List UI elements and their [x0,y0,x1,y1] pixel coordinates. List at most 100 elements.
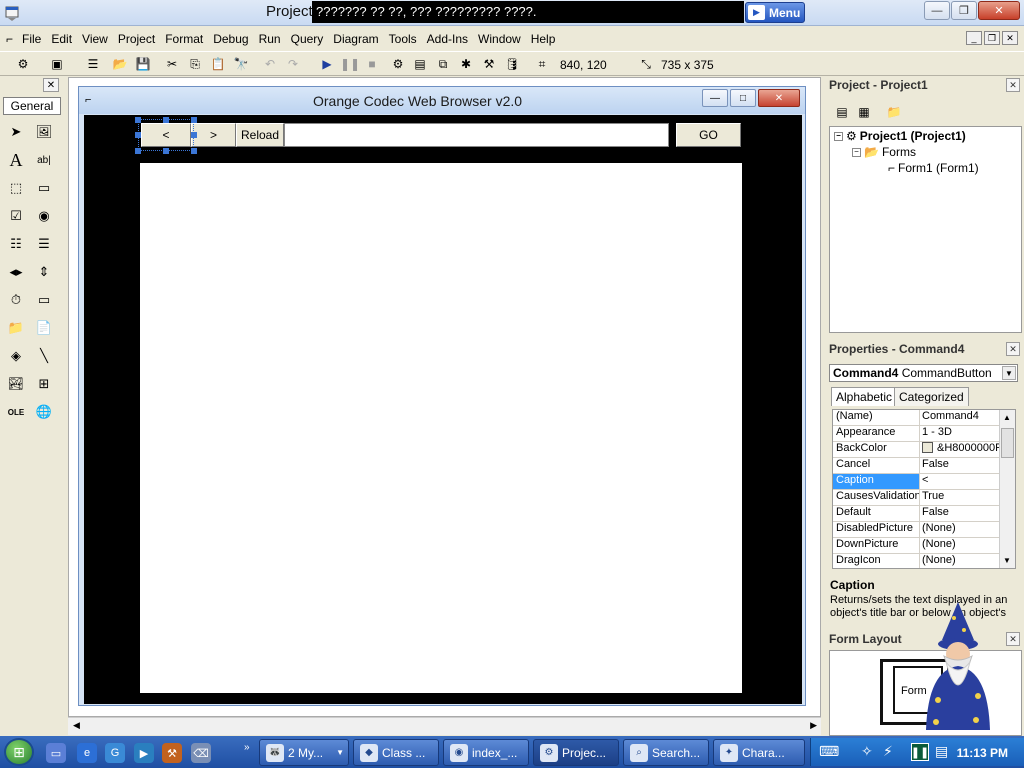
task-button-3[interactable]: ◉ index_... [443,739,529,766]
image-tool-icon[interactable]: 🏞 [5,373,27,395]
frame-tool-icon[interactable]: ⬚ [5,177,27,199]
toolbox-app-icon[interactable]: ⚒ [162,743,182,763]
form-close-button[interactable]: ✕ [758,89,800,107]
url-textbox[interactable] [284,123,669,147]
property-row[interactable]: CausesValidation True [833,490,1001,506]
line-tool-icon[interactable]: ╲ [33,345,55,367]
tree-item-form1[interactable]: ⌐ Form1 (Form1) [888,161,979,175]
tab-alphabetic[interactable]: Alphabetic [831,387,898,406]
form-layout-close-button[interactable]: ✕ [1006,632,1020,646]
copy-icon[interactable]: ⎘ [186,55,204,73]
tree-item-forms[interactable]: − 📂 Forms [852,145,916,159]
resize-handle[interactable] [163,148,169,154]
scroll-up-arrow-icon[interactable]: ▲ [1003,413,1011,422]
tab-categorized[interactable]: Categorized [894,387,969,406]
pointer-tool-icon[interactable]: ➤ [5,121,27,143]
toolbox-close-button[interactable]: ✕ [43,78,59,92]
resize-handle[interactable] [163,117,169,123]
undo-icon[interactable]: ↶ [261,55,279,73]
property-row[interactable]: Appearance 1 - 3D [833,426,1001,442]
messenger-icon[interactable]: G [105,743,125,763]
menu-editor-icon[interactable]: ☰ [84,55,102,73]
clock[interactable]: 11:13 PM [957,746,1008,760]
minimize-button[interactable]: — [924,1,950,20]
chevron-down-icon[interactable]: ▼ [1002,366,1016,380]
menu-project[interactable]: Project [113,32,160,46]
task-button-5[interactable]: ⌕ Search... [623,739,709,766]
start-icon[interactable]: ▶ [318,55,336,73]
dirlistbox-tool-icon[interactable]: 📁 [5,317,27,339]
commandbutton-tool-icon[interactable]: ▭ [33,177,55,199]
restore-button[interactable]: ❐ [951,1,977,20]
task-button-4[interactable]: ⚙ Projec... [533,739,619,766]
resize-handle[interactable] [191,132,197,138]
show-desktop-icon[interactable]: ▭ [46,743,66,763]
menu-format[interactable]: Format [160,32,208,46]
go-button[interactable]: GO [676,123,741,147]
open-folder-icon[interactable]: 📂 [111,55,129,73]
label-tool-icon[interactable]: A [5,149,27,171]
checkbox-tool-icon[interactable]: ☑ [5,205,27,227]
hscrollbar-tool-icon[interactable]: ◂▸ [5,261,27,283]
web-browser-control[interactable] [140,163,742,693]
office-assistant-wizard[interactable] [918,600,998,730]
ole-tool-icon[interactable]: OLE [5,401,27,423]
menu-query[interactable]: Query [286,32,329,46]
tree-item-project[interactable]: − ⚙ Project1 (Project1) [834,129,966,143]
scroll-left-arrow-icon[interactable]: ◀ [73,720,80,731]
menu-add-ins[interactable]: Add-Ins [422,32,473,46]
monitor-icon[interactable]: ▤ [935,743,948,760]
property-row[interactable]: DownPicture (None) [833,538,1001,554]
property-row[interactable]: DragIcon (None) [833,554,1001,568]
scroll-thumb[interactable] [1001,428,1014,458]
data-view-icon[interactable]: 🛢 [503,55,521,73]
property-row[interactable]: (Name) Command4 [833,410,1001,426]
menu-button[interactable]: ▶ Menu [745,2,805,23]
task-button-1[interactable]: 🦝 2 My... ▼ [259,739,349,766]
menu-run[interactable]: Run [254,32,286,46]
properties-window-icon[interactable]: ▤ [411,55,429,73]
listbox-tool-icon[interactable]: ☰ [33,233,55,255]
menu-file[interactable]: File [17,32,46,46]
menu-view[interactable]: View [77,32,113,46]
pause-tray-icon[interactable]: ❚❚ [911,743,929,761]
add-project-icon[interactable]: ⚙ [14,55,32,73]
data-tool-icon[interactable]: ⊞ [33,373,55,395]
picturebox-tool-icon[interactable]: 🖼 [33,121,55,143]
property-row[interactable]: BackColor &H8000000F [833,442,1001,458]
vb-app-icon[interactable] [4,5,20,21]
add-form-icon[interactable]: ▣ [48,55,66,73]
timer-tool-icon[interactable]: ⏱ [5,289,27,311]
vscrollbar-tool-icon[interactable]: ⇕ [33,261,55,283]
project-panel-close-button[interactable]: ✕ [1006,78,1020,92]
form-layout-icon[interactable]: ⧉ [434,55,452,73]
workspace-hscrollbar[interactable]: ◀ ▶ [68,717,821,735]
object-selector[interactable]: Command4 CommandButton ▼ [829,364,1018,382]
media-player-icon[interactable]: ▶ [134,743,154,763]
toggle-folders-icon[interactable]: 📁 [885,103,903,121]
resize-handle[interactable] [135,117,141,123]
keyboard-icon[interactable]: ⌨ [819,743,839,760]
task-button-2[interactable]: ◆ Class ... [353,739,439,766]
task-button-6[interactable]: ✦ Chara... [713,739,805,766]
find-icon[interactable]: 🔭 [232,55,250,73]
scroll-right-arrow-icon[interactable]: ▶ [810,720,817,731]
redo-icon[interactable]: ↷ [284,55,302,73]
property-row[interactable]: DisabledPicture (None) [833,522,1001,538]
wizard-tray-icon[interactable]: ✧ [861,743,873,760]
optionbutton-tool-icon[interactable]: ◉ [33,205,55,227]
save-icon[interactable]: 💾 [134,55,152,73]
view-object-icon[interactable]: ▦ [855,103,873,121]
mdi-close-button[interactable]: ✕ [1002,31,1018,45]
form-minimize-button[interactable]: — [702,89,728,107]
view-code-icon[interactable]: ▤ [833,103,851,121]
scroll-down-arrow-icon[interactable]: ▼ [1003,556,1011,565]
property-row[interactable]: Cancel False [833,458,1001,474]
resize-handle[interactable] [135,132,141,138]
network-icon[interactable]: ⚡ [883,743,893,760]
resize-handle[interactable] [191,117,197,123]
end-icon[interactable]: ■ [363,55,381,73]
drivelistbox-tool-icon[interactable]: ▭ [33,289,55,311]
property-row[interactable]: Default False [833,506,1001,522]
webbrowser-tool-icon[interactable]: 🌐 [33,401,55,423]
